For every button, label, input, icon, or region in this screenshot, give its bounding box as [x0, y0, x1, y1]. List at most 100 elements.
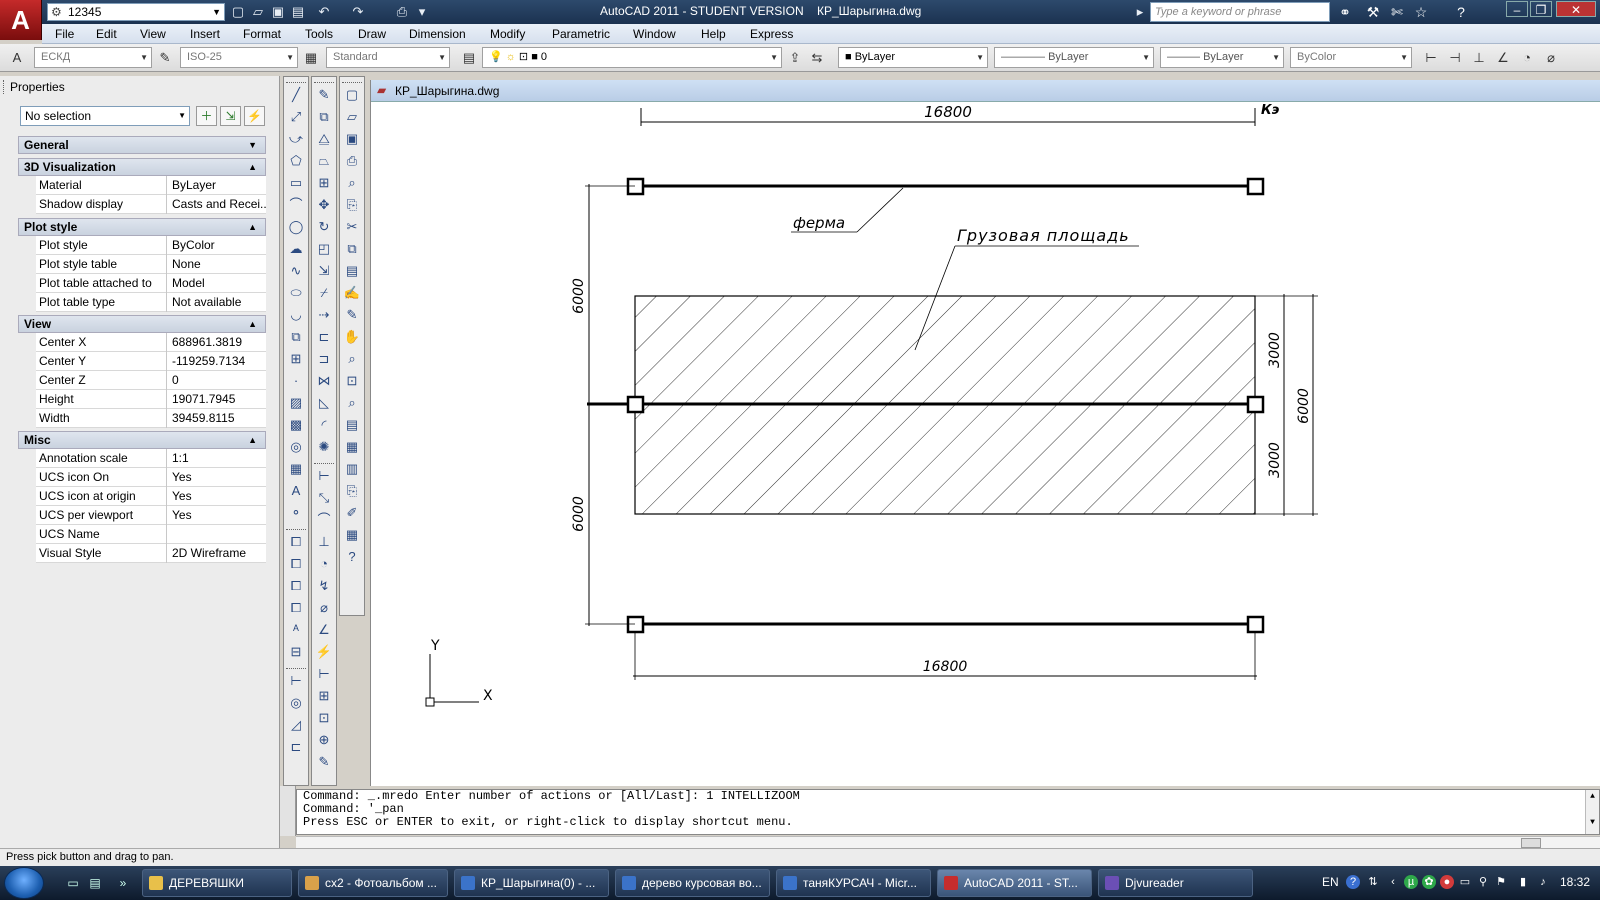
binoculars-icon[interactable]: ⚭	[1336, 3, 1354, 21]
rotate-icon[interactable]: ↻	[314, 216, 334, 237]
explode-icon[interactable]: ✺	[314, 436, 334, 457]
erase-icon[interactable]: ✎	[314, 84, 334, 105]
dim-baseline-icon[interactable]: ⊢	[314, 663, 334, 684]
lineweight-combo[interactable]: ——— ByLayer ▼	[1160, 47, 1284, 68]
dim-arc-length-icon[interactable]: ⌒	[314, 509, 334, 530]
move-icon[interactable]: ✥	[314, 194, 334, 215]
array-icon[interactable]: ⊞	[314, 172, 334, 193]
menu-express[interactable]: Express	[750, 27, 793, 41]
toolbar-grip[interactable]	[342, 77, 362, 83]
copy-icon[interactable]: ⧉	[314, 106, 334, 127]
center-mark-icon[interactable]: ⊕	[314, 729, 334, 750]
block-editor-icon[interactable]: ✎	[342, 304, 362, 325]
make-layer-current-icon[interactable]: ⇪	[786, 49, 804, 67]
toolbar-grip[interactable]	[286, 663, 306, 669]
zoom-previous-icon[interactable]: ⌕	[342, 392, 362, 413]
layer-previous-icon[interactable]: ⇆	[808, 49, 826, 67]
property-row[interactable]: UCS Name	[36, 525, 266, 544]
category-plot-style[interactable]: Plot style ▲	[18, 218, 266, 236]
tolerance-icon[interactable]: ⊡	[314, 707, 334, 728]
zoom-realtime-icon[interactable]: ⌕	[342, 348, 362, 369]
taskbar-item[interactable]: ДЕРЕВЯШКИ	[142, 869, 292, 897]
expand-tray-icon[interactable]: ‹	[1386, 875, 1400, 889]
break-at-point-icon[interactable]: ⊏	[314, 326, 334, 347]
property-row[interactable]: Center X 688961.3819	[36, 333, 266, 352]
table-style-icon[interactable]: ▦	[302, 49, 320, 67]
language-indicator[interactable]: EN	[1322, 875, 1339, 889]
property-row[interactable]: Visual Style 2D Wireframe	[36, 544, 266, 563]
usb-tray-icon[interactable]: ⚲	[1476, 875, 1490, 889]
volume-tray-icon[interactable]: ♪	[1536, 875, 1550, 889]
taskbar-item[interactable]: сх2 - Фотоальбом ...	[298, 869, 448, 897]
insert-block-icon[interactable]: ⧉	[286, 326, 306, 347]
network-tray-icon[interactable]: ⇅	[1366, 875, 1380, 889]
menu-draw[interactable]: Draw	[358, 27, 386, 41]
torrent-tray-icon[interactable]: µ	[1404, 875, 1418, 889]
category-3d-visualization[interactable]: 3D Visualization ▲	[18, 158, 266, 176]
document-tab[interactable]: ▰ КР_Шарыгина.dwg	[371, 80, 1600, 102]
arc-icon[interactable]: ⌒	[286, 194, 306, 215]
close-button[interactable]: ✕	[1556, 1, 1596, 17]
publish-icon[interactable]: ⎘	[342, 194, 362, 215]
open-file-icon[interactable]: ▱	[250, 4, 266, 20]
help-tray-icon[interactable]: ?	[1346, 875, 1360, 889]
plot-icon[interactable]: ⎙	[342, 150, 362, 171]
toolbar-grip[interactable]	[314, 458, 334, 464]
dim-aligned-icon[interactable]: ⊣	[1446, 49, 1464, 67]
make-block-icon[interactable]: ⊞	[286, 348, 306, 369]
dim-ordinate-icon[interactable]: ⊥	[314, 531, 334, 552]
plot-preview-icon[interactable]: ⌕	[342, 172, 362, 193]
add-selected-icon[interactable]: ⚬	[286, 502, 306, 523]
dimension-style-icon[interactable]: ✎	[156, 49, 174, 67]
paste-icon[interactable]: ▤	[342, 260, 362, 281]
save-icon[interactable]: ▣	[342, 128, 362, 149]
multiline-text-icon[interactable]: A	[286, 480, 306, 501]
clock[interactable]: 18:32	[1560, 875, 1590, 889]
subscription-icon[interactable]: ⚒	[1364, 3, 1382, 21]
fillet-icon[interactable]: ◜	[314, 414, 334, 435]
color-combo[interactable]: ■ ByLayer ▼	[838, 47, 988, 68]
stretch-icon[interactable]: ⇲	[314, 260, 334, 281]
point-icon[interactable]: ·	[286, 370, 306, 391]
dim-aligned-icon[interactable]: ⤡	[314, 487, 334, 508]
help-icon[interactable]: ?	[342, 546, 362, 567]
new-file-icon[interactable]: ▢	[230, 4, 246, 20]
toolbar-grip[interactable]	[286, 524, 306, 530]
layer-properties-icon[interactable]: ▤	[460, 49, 478, 67]
category-view[interactable]: View ▲	[18, 315, 266, 333]
text-front-icon[interactable]: ᴬ	[286, 619, 306, 640]
minimize-button[interactable]: –	[1506, 1, 1528, 17]
design-center-icon[interactable]: ▦	[342, 436, 362, 457]
property-row[interactable]: Plot table attached to Model	[36, 274, 266, 293]
taskbar-item[interactable]: КР_Шарыгина(0) - ...	[454, 869, 609, 897]
open-file-icon[interactable]: ▱	[342, 106, 362, 127]
text-style-combo[interactable]: ЕСКД ▼	[34, 47, 152, 68]
dim-edit-icon[interactable]: ✎	[314, 751, 334, 772]
line-icon[interactable]: ╱	[286, 84, 306, 105]
table-style-combo[interactable]: Standard ▼	[326, 47, 450, 68]
undo-icon[interactable]: ↶	[316, 4, 332, 20]
menu-file[interactable]: File	[55, 27, 74, 41]
zoom-window-icon[interactable]: ⊡	[342, 370, 362, 391]
select-objects-icon[interactable]: ⇲	[220, 106, 241, 126]
dim-radius-icon[interactable]: ◔	[314, 553, 334, 574]
property-row[interactable]: Plot style ByColor	[36, 236, 266, 255]
rectangle-icon[interactable]: ▭	[286, 172, 306, 193]
linetype-combo[interactable]: ———— ByLayer ▼	[994, 47, 1154, 68]
property-row[interactable]: UCS per viewport Yes	[36, 506, 266, 525]
menu-window[interactable]: Window	[633, 27, 676, 41]
help-icon[interactable]: ?	[1452, 3, 1470, 21]
revision-cloud-icon[interactable]: ☁	[286, 238, 306, 259]
dimension-style-combo[interactable]: ISO-25 ▼	[180, 47, 298, 68]
property-row[interactable]: Material ByLayer	[36, 176, 266, 195]
ellipse-arc-icon[interactable]: ◡	[286, 304, 306, 325]
model-space-canvas[interactable]: 16800 Кэ 6000 6000 3000 3000 6000 16800 …	[373, 104, 1599, 784]
dim-angular-icon[interactable]: ∠	[1494, 49, 1512, 67]
dim-arc-icon[interactable]: ◿	[286, 714, 306, 735]
command-line-grip[interactable]	[280, 786, 296, 836]
dim-continue-icon[interactable]: ⊞	[314, 685, 334, 706]
help-search-input[interactable]: Type a keyword or phrase	[1150, 2, 1330, 22]
text-style-icon[interactable]: A	[8, 49, 26, 67]
properties-icon[interactable]: ▤	[342, 414, 362, 435]
property-row[interactable]: UCS icon On Yes	[36, 468, 266, 487]
